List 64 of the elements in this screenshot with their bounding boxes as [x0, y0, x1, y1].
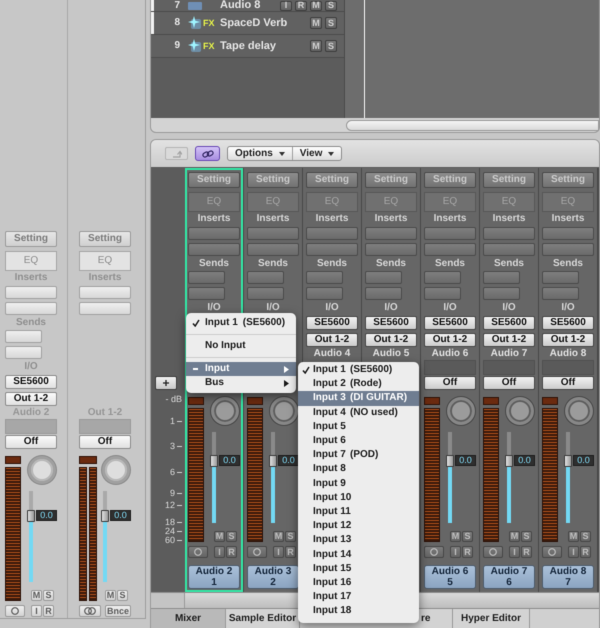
scale-label: - dB — [165, 395, 182, 404]
inserts-label: Inserts — [198, 214, 230, 224]
track-number: 9 — [173, 41, 180, 51]
channel-name: Audio 7 — [490, 348, 528, 358]
track-name: Audio 2 — [196, 566, 232, 577]
io-label: I/O — [561, 302, 575, 312]
track-name: Audio 8 — [220, 0, 260, 11]
scale-label: 12 — [164, 501, 175, 510]
channel-name: Audio 5 — [372, 348, 410, 358]
channel-name: Audio 8 — [550, 348, 586, 358]
inserts-label: Inserts — [14, 273, 48, 283]
track-number: 6 — [506, 577, 512, 588]
track-name: Audio 7 — [490, 566, 528, 577]
fader-value: 0.0 — [514, 455, 535, 466]
channel-name: Audio 6 — [432, 348, 468, 358]
scale-label: 60 — [164, 536, 175, 545]
scale-label: 6 — [170, 468, 175, 477]
inserts-label: Inserts — [256, 214, 290, 224]
io-label: I/O — [325, 302, 339, 312]
sends-label: Sends — [434, 258, 465, 268]
io-label: I/O — [502, 302, 516, 312]
track-number: 1 — [211, 577, 217, 588]
io-label: I/O — [384, 302, 398, 312]
io-label: I/O — [266, 302, 280, 312]
fx-label: FX — [203, 42, 215, 50]
inserts-label: Inserts — [374, 214, 408, 224]
sends-label: Sends — [198, 258, 229, 268]
scale-label: 1 — [170, 417, 175, 426]
io-label: I/O — [24, 362, 38, 372]
track-name: Audio 8 — [550, 566, 586, 577]
fader-value: 0.0 — [278, 455, 299, 466]
fader-value: 0.0 — [36, 510, 57, 522]
fader-value: 0.0 — [573, 455, 594, 466]
sends-label: Sends — [494, 258, 524, 268]
track-number: 2 — [270, 577, 276, 588]
inserts-label: Inserts — [492, 214, 526, 224]
scale-label: 18 — [164, 518, 175, 527]
inserts-label: Inserts — [552, 214, 584, 224]
inserts-label: Inserts — [316, 214, 348, 224]
sends-label: Sends — [376, 258, 406, 268]
fx-label: FX — [203, 18, 215, 28]
track-name: Audio 6 — [432, 566, 468, 577]
inserts-label: Inserts — [434, 214, 466, 224]
fader-value: 0.0 — [110, 510, 131, 522]
track-number: 7 — [173, 0, 180, 10]
sends-label: Sends — [552, 258, 583, 268]
track-name: Audio 3 — [254, 566, 292, 577]
track-name: Tape delay — [220, 40, 276, 52]
fader-value: 0.0 — [455, 455, 476, 466]
scale-label: 9 — [170, 489, 175, 498]
io-label: I/O — [207, 302, 221, 312]
track-number: 8 — [173, 18, 180, 28]
track-number: 7 — [565, 577, 571, 588]
sends-label: Sends — [258, 258, 288, 268]
sends-label: Sends — [16, 318, 46, 328]
io-label: I/O — [443, 302, 457, 312]
scale-label: 3 — [170, 442, 175, 451]
channel-name: Audio 4 — [314, 348, 350, 358]
scale-label: 24 — [164, 527, 175, 536]
fader-value: 0.0 — [219, 455, 240, 466]
inserts-label: Inserts — [88, 273, 122, 283]
track-number: 5 — [447, 577, 453, 588]
sends-label: Sends — [316, 258, 347, 268]
track-name: SpaceD Verb — [220, 18, 288, 28]
